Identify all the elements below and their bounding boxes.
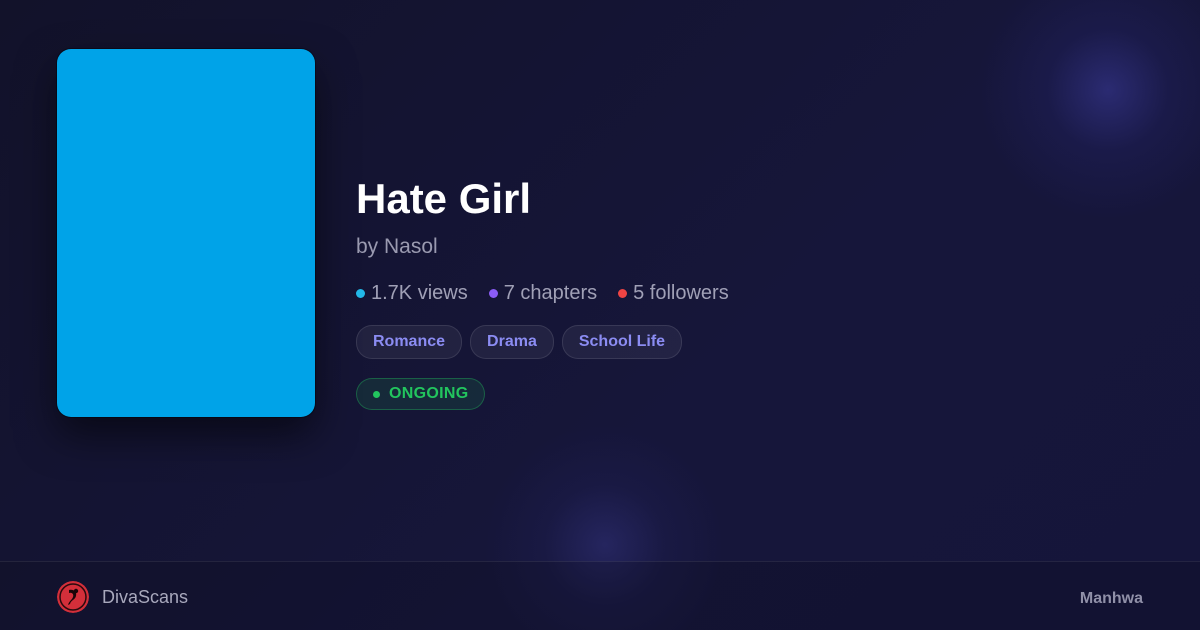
stat-followers: 5 followers — [618, 280, 729, 306]
site-logo-icon[interactable] — [57, 581, 89, 613]
views-dot-icon — [356, 288, 365, 298]
followers-dot-icon — [618, 288, 628, 298]
series-title: Hate Girl — [356, 175, 532, 222]
footer: DivaScans Manhwa — [0, 561, 1200, 630]
chapters-dot-icon — [488, 288, 498, 298]
stat-views: 1.7K views — [356, 280, 468, 306]
status-label: ONGOING — [389, 385, 469, 402]
series-stats: 1.7K views 7 chapters 5 followers — [356, 280, 729, 306]
status-badge: ONGOING — [356, 378, 486, 410]
genre-tag-romance[interactable]: Romance — [356, 325, 463, 359]
stat-followers-label: 5 followers — [633, 282, 729, 304]
genre-tag-school-life[interactable]: School Life — [561, 325, 683, 359]
genre-tags: Romance Drama School Life — [356, 325, 683, 359]
series-cover[interactable] — [57, 49, 315, 417]
genre-tag-drama[interactable]: Drama — [470, 325, 554, 359]
logo-head — [73, 588, 79, 594]
category-label: Manhwa — [1079, 590, 1143, 607]
series-author: by Nasol — [356, 235, 438, 258]
site-name[interactable]: DivaScans — [102, 585, 188, 609]
stat-chapters: 7 chapters — [488, 280, 598, 306]
stat-views-label: 1.7K views — [371, 282, 468, 304]
site-logo-graphic — [57, 581, 89, 613]
status-dot-icon — [373, 390, 380, 398]
stat-chapters-label: 7 chapters — [503, 282, 598, 304]
